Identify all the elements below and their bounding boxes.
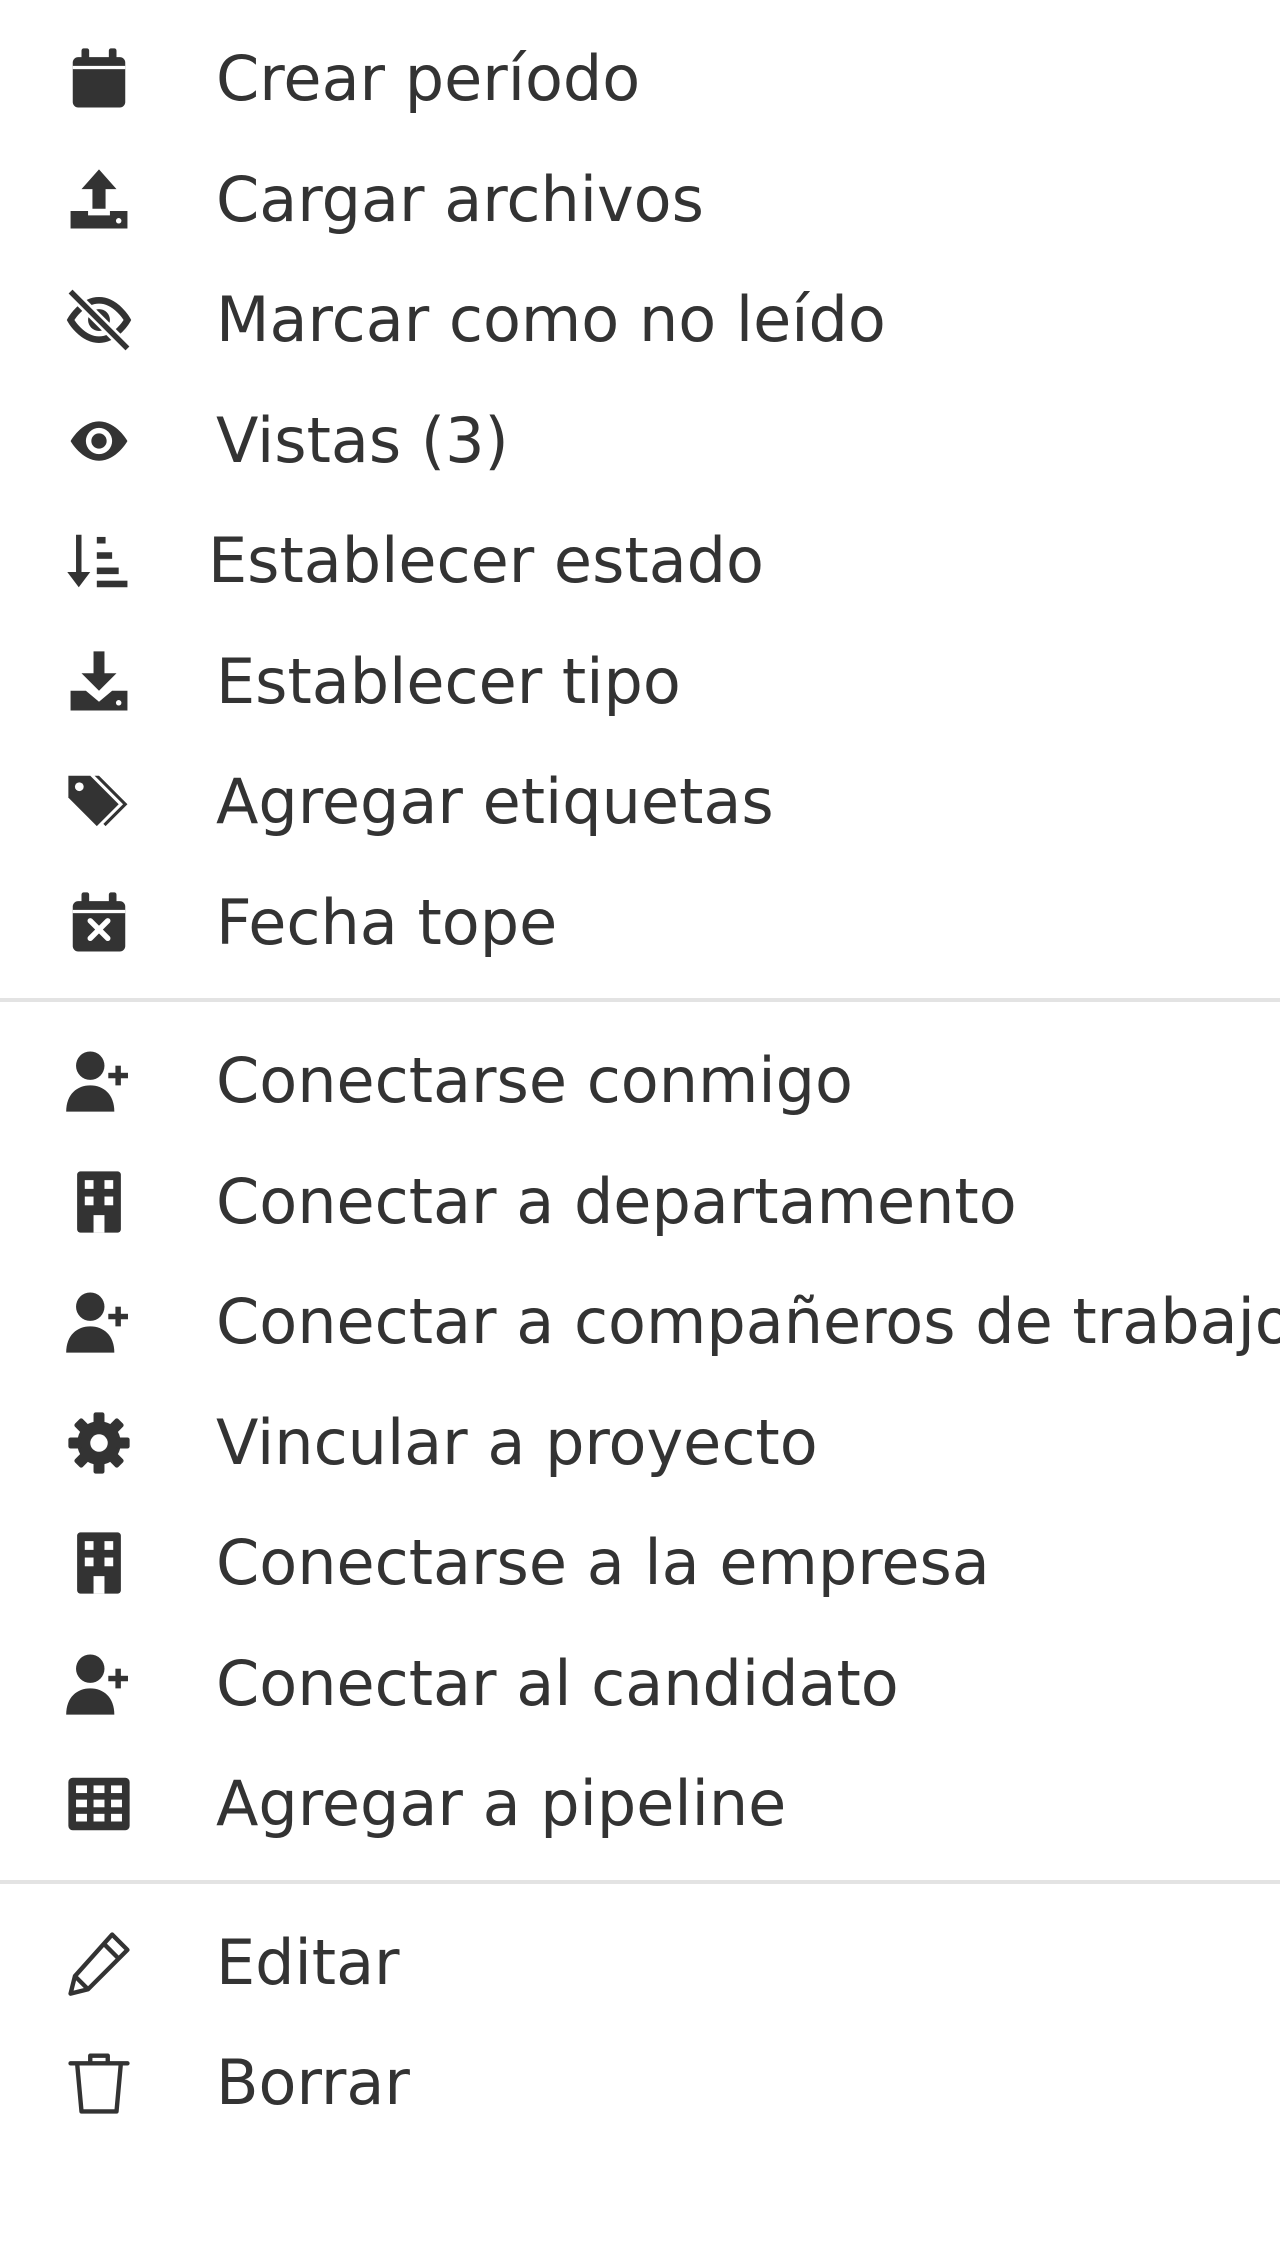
menu-item-editar[interactable]: Editar bbox=[0, 1903, 1280, 2024]
tags-icon bbox=[58, 761, 140, 843]
menu-item-agregar-etiquetas[interactable]: Agregar etiquetas bbox=[0, 742, 1280, 863]
menu-item-marcar-no-leido[interactable]: Marcar como no leído bbox=[0, 260, 1280, 381]
menu-item-agregar-pipeline[interactable]: Agregar a pipeline bbox=[0, 1744, 1280, 1865]
trash-icon bbox=[58, 2042, 140, 2124]
menu-group-manage: Editar Borrar bbox=[0, 1884, 1280, 2144]
menu-item-label: Vincular a proyecto bbox=[216, 1405, 818, 1479]
menu-item-label: Establecer estado bbox=[208, 524, 764, 598]
menu-item-label: Borrar bbox=[216, 2046, 410, 2120]
building-icon bbox=[58, 1522, 140, 1604]
download-icon bbox=[58, 641, 140, 723]
menu-item-label: Conectar a compañeros de trabajo bbox=[216, 1285, 1280, 1359]
menu-item-label: Marcar como no leído bbox=[216, 283, 886, 357]
menu-item-label: Vistas (3) bbox=[216, 403, 509, 477]
menu-item-conectar-departamento[interactable]: Conectar a departamento bbox=[0, 1142, 1280, 1263]
user-plus-icon bbox=[58, 1040, 140, 1122]
menu-item-label: Agregar etiquetas bbox=[216, 765, 774, 839]
menu-item-conectarse-empresa[interactable]: Conectarse a la empresa bbox=[0, 1503, 1280, 1624]
menu-item-vistas[interactable]: Vistas (3) bbox=[0, 381, 1280, 502]
menu-group-actions: Crear período Cargar archivos Marcar com… bbox=[0, 0, 1280, 983]
menu-item-label: Editar bbox=[216, 1925, 400, 1999]
menu-item-label: Fecha tope bbox=[216, 885, 558, 959]
menu-item-label: Conectar al candidato bbox=[216, 1646, 899, 1720]
gear-icon bbox=[58, 1402, 140, 1484]
calendar-x-icon bbox=[58, 882, 140, 964]
menu-item-conectarse-conmigo[interactable]: Conectarse conmigo bbox=[0, 1021, 1280, 1142]
menu-item-borrar[interactable]: Borrar bbox=[0, 2023, 1280, 2144]
context-menu: Crear período Cargar archivos Marcar com… bbox=[0, 0, 1280, 2256]
menu-item-label: Conectarse conmigo bbox=[216, 1044, 853, 1118]
menu-item-label: Crear período bbox=[216, 42, 641, 116]
menu-item-label: Conectar a departamento bbox=[216, 1164, 1017, 1238]
menu-item-label: Establecer tipo bbox=[216, 644, 681, 718]
menu-item-cargar-archivos[interactable]: Cargar archivos bbox=[0, 140, 1280, 261]
menu-item-establecer-estado[interactable]: Establecer estado bbox=[0, 501, 1280, 622]
menu-item-label: Agregar a pipeline bbox=[216, 1767, 787, 1841]
menu-item-conectar-companeros[interactable]: Conectar a compañeros de trabajo bbox=[0, 1262, 1280, 1383]
menu-item-label: Cargar archivos bbox=[216, 162, 704, 236]
menu-group-connections: Conectarse conmigo Conectar a departamen… bbox=[0, 1002, 1280, 1865]
user-plus-icon bbox=[58, 1281, 140, 1363]
user-plus-icon bbox=[58, 1643, 140, 1725]
menu-item-conectar-candidato[interactable]: Conectar al candidato bbox=[0, 1624, 1280, 1745]
eye-slash-icon bbox=[58, 279, 140, 361]
upload-icon bbox=[58, 159, 140, 241]
eye-icon bbox=[58, 400, 140, 482]
menu-item-label: Conectarse a la empresa bbox=[216, 1526, 990, 1600]
table-icon bbox=[58, 1763, 140, 1845]
building-icon bbox=[58, 1161, 140, 1243]
menu-item-vincular-proyecto[interactable]: Vincular a proyecto bbox=[0, 1383, 1280, 1504]
calendar-icon bbox=[58, 38, 140, 120]
sort-amount-down-icon bbox=[58, 520, 140, 602]
menu-item-establecer-tipo[interactable]: Establecer tipo bbox=[0, 622, 1280, 743]
menu-item-crear-periodo[interactable]: Crear período bbox=[0, 19, 1280, 140]
pencil-icon bbox=[58, 1922, 140, 2004]
menu-item-fecha-tope[interactable]: Fecha tope bbox=[0, 863, 1280, 984]
